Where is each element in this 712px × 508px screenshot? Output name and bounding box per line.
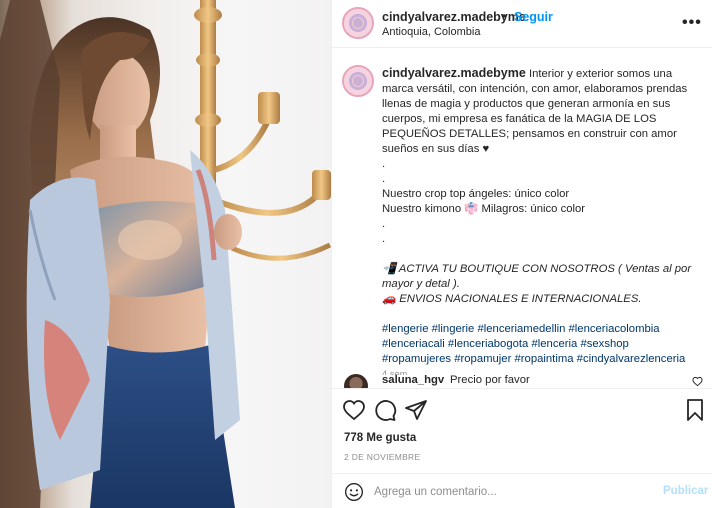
publish-button[interactable]: Publicar (663, 485, 708, 497)
caption-boutique-line: 📲 ACTIVA TU BOUTIQUE CON NOSOTROS ( Vent… (382, 263, 692, 290)
caption-avatar[interactable] (342, 65, 374, 97)
location-link[interactable]: Antioquia, Colombia (382, 26, 480, 38)
add-comment-bar: Publicar (332, 473, 712, 508)
post-date[interactable]: 2 DE NOVIEMBRE (344, 452, 420, 462)
caption-section: cindyalvarez.madebyme Interior y exterio… (332, 49, 712, 375)
comment-item: saluna_hgv Precio por favor (332, 370, 712, 388)
caption-body: Interior y exterior somos una marca vers… (382, 68, 688, 155)
caption-hashtags[interactable]: #lengerie #lingerie #lenceriamedellin #l… (382, 322, 698, 367)
caption-dot: . (382, 158, 386, 170)
likes-count[interactable]: 778 Me gusta (344, 432, 416, 444)
more-options-icon[interactable]: ••• (682, 14, 702, 32)
emoji-icon[interactable] (344, 482, 364, 502)
follow-button[interactable]: Seguir (514, 10, 553, 24)
caption-crop-line: Nuestro crop top ángeles: único color (382, 188, 570, 200)
comment-input[interactable] (374, 482, 644, 502)
separator-dot: • (502, 9, 507, 23)
post-details-panel: cindyalvarez.madebyme • Seguir Antioquia… (331, 0, 712, 508)
caption-envios-line: 🚗 ENVIOS NACIONALES E INTERNACIONALES. (382, 293, 642, 305)
comment-like-icon[interactable] (692, 376, 703, 387)
bookmark-icon[interactable] (683, 398, 707, 422)
post-image[interactable] (0, 0, 331, 508)
caption-dot: . (382, 218, 386, 230)
actions-section: 778 Me gusta 2 DE NOVIEMBRE Publicar (332, 388, 712, 508)
comment-icon[interactable] (373, 398, 397, 422)
heart-icon[interactable] (342, 398, 366, 422)
caption-text-block: cindyalvarez.madebyme Interior y exterio… (382, 66, 698, 375)
profile-avatar[interactable] (342, 7, 374, 39)
post-photo-illustration (0, 0, 331, 508)
caption-kimono-line: Nuestro kimono 👘 Milagros: único color (382, 203, 586, 215)
caption-username[interactable]: cindyalvarez.madebyme (382, 66, 526, 80)
commenter-avatar[interactable] (344, 374, 368, 388)
comment-username[interactable]: saluna_hgv (382, 374, 444, 386)
post-header: cindyalvarez.madebyme • Seguir Antioquia… (332, 0, 712, 48)
share-icon[interactable] (404, 398, 428, 422)
comment-text: Precio por favor (450, 374, 530, 386)
caption-dot: . (382, 173, 386, 185)
caption-dot: . (382, 233, 386, 245)
